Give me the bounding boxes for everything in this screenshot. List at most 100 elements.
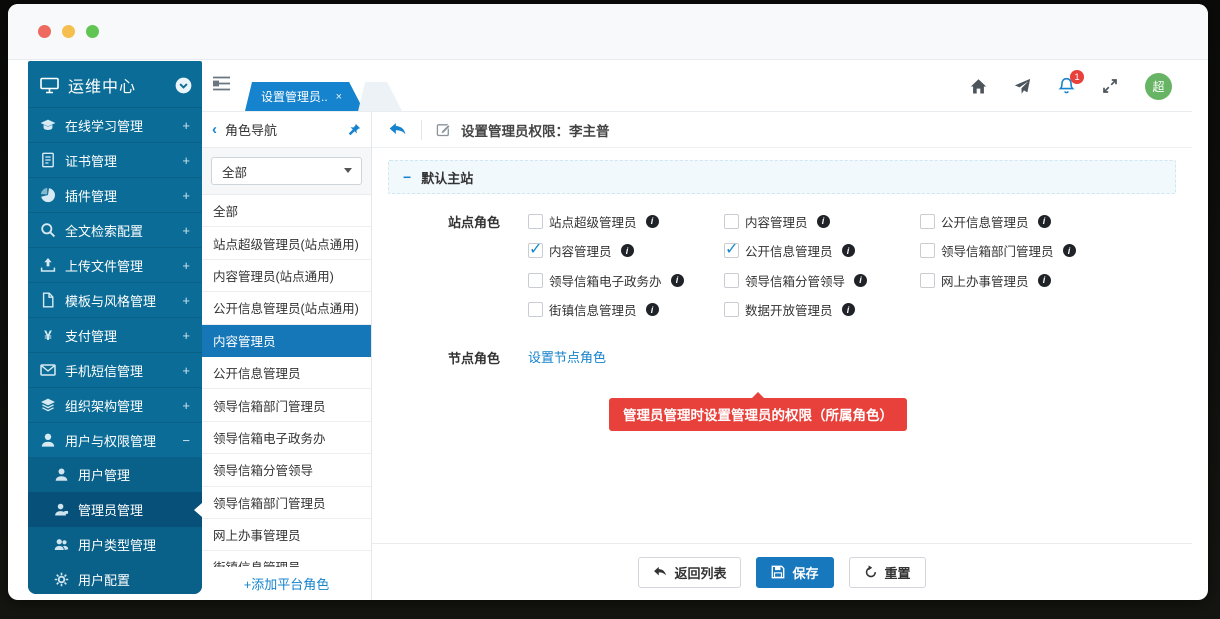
info-icon[interactable]: i	[646, 303, 659, 316]
close-window-button[interactable]	[38, 25, 51, 38]
sidebar-item[interactable]: ¥支付管理+	[28, 317, 202, 352]
sidebar-subitem[interactable]: 管理员管理	[28, 492, 202, 527]
role-checkbox[interactable]: 街镇信息管理员i	[528, 300, 724, 320]
minimize-window-button[interactable]	[62, 25, 75, 38]
role-list-item[interactable]: 内容管理员	[202, 325, 371, 357]
role-list-item[interactable]: 领导信箱电子政务办	[202, 422, 371, 454]
sidebar-subitem[interactable]: 用户类型管理	[28, 527, 202, 562]
info-icon[interactable]: i	[817, 215, 830, 228]
info-icon[interactable]: i	[842, 244, 855, 257]
sidebar-item[interactable]: 全文检索配置+	[28, 212, 202, 247]
role-list-item[interactable]: 公开信息管理员(站点通用)	[202, 292, 371, 324]
role-checkbox[interactable]: 领导信箱电子政务办i	[528, 270, 724, 290]
collapse-sidebar-icon[interactable]	[175, 77, 192, 94]
tab-list-toggle-icon[interactable]	[212, 76, 231, 96]
sidebar-subitem[interactable]: 用户管理	[28, 457, 202, 492]
maximize-window-button[interactable]	[86, 25, 99, 38]
sidebar-subitem[interactable]: 用户配置	[28, 562, 202, 594]
user-icon	[40, 432, 56, 448]
role-nav-title: 角色导航	[225, 120, 339, 139]
save-label: 保存	[792, 563, 818, 582]
sidebar-item[interactable]: 模板与风格管理+	[28, 282, 202, 317]
checkbox-unchecked[interactable]	[724, 302, 739, 317]
file-icon	[40, 292, 56, 308]
reset-label: 重置	[885, 563, 911, 582]
sidebar-item[interactable]: 手机短信管理+	[28, 352, 202, 387]
role-list-item[interactable]: 内容管理员(站点通用)	[202, 260, 371, 292]
tab-set-admin[interactable]: 设置管理员.. ×	[245, 82, 364, 111]
info-icon[interactable]: i	[1063, 244, 1076, 257]
info-icon[interactable]: i	[621, 244, 634, 257]
role-filter-select[interactable]: 全部	[211, 157, 362, 185]
info-icon[interactable]: i	[842, 303, 855, 316]
sidebar-item[interactable]: 插件管理+	[28, 177, 202, 212]
add-platform-role-button[interactable]: +添加平台角色	[202, 567, 371, 600]
role-checkbox[interactable]: 领导信箱部门管理员i	[920, 241, 1130, 261]
sidebar-submenu-group: 用户管理管理员管理用户类型管理用户配置管理员管理	[28, 457, 202, 594]
sidebar-subitem-label: 管理员管理	[78, 500, 143, 519]
checkbox-checked[interactable]	[528, 243, 543, 258]
cap-icon	[40, 117, 56, 133]
reset-button[interactable]: 重置	[849, 557, 926, 588]
sidebar-header[interactable]: 运维中心	[28, 61, 202, 107]
notifications-bell-icon[interactable]: 1	[1058, 77, 1075, 95]
role-list-item[interactable]: 全部	[202, 195, 371, 227]
fullscreen-icon[interactable]	[1102, 78, 1118, 94]
role-checkbox[interactable]: 公开信息管理员i	[920, 211, 1130, 231]
send-icon[interactable]	[1014, 78, 1031, 95]
role-filter-area: 全部	[202, 148, 371, 195]
role-checkbox[interactable]: 站点超级管理员i	[528, 211, 724, 231]
role-list-item[interactable]: 站点超级管理员(站点通用)	[202, 227, 371, 259]
role-checkbox[interactable]: 网上办事管理员i	[920, 270, 1130, 290]
panel-back-icon[interactable]: ‹	[212, 121, 217, 138]
checkbox-checked[interactable]	[724, 243, 739, 258]
role-list-item[interactable]: 领导信箱部门管理员	[202, 389, 371, 421]
sidebar-item[interactable]: 在线学习管理+	[28, 107, 202, 142]
role-checkbox[interactable]: 内容管理员i	[528, 241, 724, 261]
main-column: 设置管理员.. × 1	[202, 61, 1192, 600]
checkbox-unchecked[interactable]	[724, 214, 739, 229]
role-list-item[interactable]: 领导信箱部门管理员	[202, 487, 371, 519]
role-checkbox[interactable]: 数据开放管理员i	[724, 300, 920, 320]
sidebar-item[interactable]: 组织架构管理+	[28, 387, 202, 422]
checkbox-unchecked[interactable]	[724, 273, 739, 288]
tab-close-icon[interactable]: ×	[336, 91, 342, 103]
checkbox-unchecked[interactable]	[920, 243, 935, 258]
back-arrow-icon[interactable]	[388, 121, 407, 138]
site-role-label: 站点角色	[388, 211, 500, 320]
info-icon[interactable]: i	[1038, 274, 1051, 287]
home-icon[interactable]	[970, 78, 987, 95]
checkbox-unchecked[interactable]	[528, 214, 543, 229]
sidebar-item[interactable]: 证书管理+	[28, 142, 202, 177]
collapse-section-icon[interactable]: −	[403, 169, 411, 185]
expand-plus-icon: +	[182, 223, 190, 238]
role-checkbox[interactable]: 内容管理员i	[724, 211, 920, 231]
checkbox-unchecked[interactable]	[920, 273, 935, 288]
section-default-site[interactable]: − 默认主站	[388, 160, 1176, 194]
role-list-item[interactable]: 领导信箱分管领导	[202, 454, 371, 486]
content-body: − 默认主站 站点角色 站点超级管理员i内容管理员i公开信息管理员i内容管理员i…	[372, 148, 1192, 543]
role-list-item[interactable]: 网上办事管理员	[202, 519, 371, 551]
header-divider	[421, 120, 422, 140]
sidebar-item[interactable]: 用户与权限管理−	[28, 422, 202, 457]
info-icon[interactable]: i	[1038, 215, 1051, 228]
checkbox-unchecked[interactable]	[528, 273, 543, 288]
site-role-checkbox-grid: 站点超级管理员i内容管理员i公开信息管理员i内容管理员i公开信息管理员i领导信箱…	[528, 211, 1130, 320]
sidebar-item-label: 在线学习管理	[65, 116, 173, 135]
sidebar-item[interactable]: 上传文件管理+	[28, 247, 202, 282]
save-button[interactable]: 保存	[756, 557, 833, 588]
avatar[interactable]: 超	[1145, 73, 1172, 100]
pin-icon[interactable]	[347, 123, 361, 137]
role-list-item[interactable]: 街镇信息管理员	[202, 551, 371, 567]
sidebar-menu: 在线学习管理+证书管理+插件管理+全文检索配置+上传文件管理+模板与风格管理+¥…	[28, 107, 202, 457]
return-to-list-button[interactable]: 返回列表	[638, 557, 741, 588]
role-checkbox[interactable]: 公开信息管理员i	[724, 241, 920, 261]
set-node-role-link[interactable]: 设置节点角色	[528, 347, 606, 367]
info-icon[interactable]: i	[671, 274, 684, 287]
checkbox-unchecked[interactable]	[920, 214, 935, 229]
info-icon[interactable]: i	[854, 274, 867, 287]
checkbox-unchecked[interactable]	[528, 302, 543, 317]
role-checkbox[interactable]: 领导信箱分管领导i	[724, 270, 920, 290]
role-list-item[interactable]: 公开信息管理员	[202, 357, 371, 389]
info-icon[interactable]: i	[646, 215, 659, 228]
